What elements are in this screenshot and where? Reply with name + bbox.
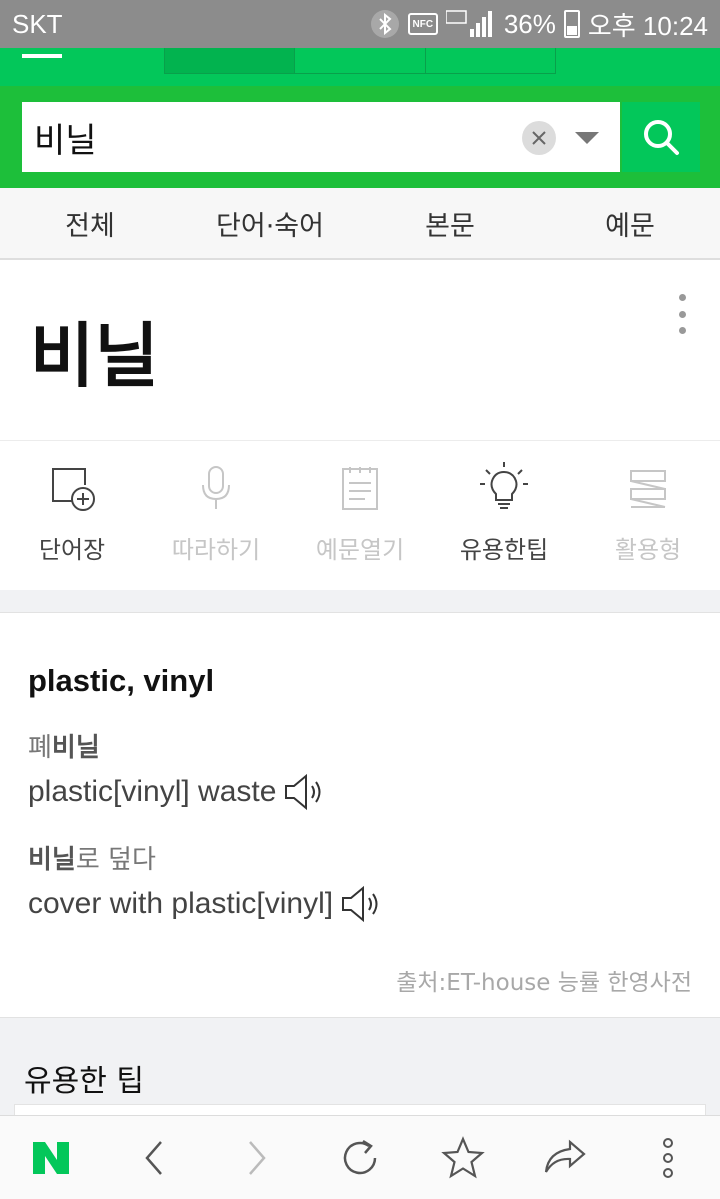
microphone-icon — [202, 466, 230, 509]
search-input[interactable] — [22, 117, 502, 157]
useful-tips-button[interactable]: 유용한팁 — [432, 460, 576, 570]
top-tab-1[interactable] — [165, 48, 296, 73]
more-vertical-icon — [663, 1137, 674, 1178]
battery-icon — [563, 10, 580, 38]
back-icon — [145, 1140, 163, 1175]
top-tabs — [164, 48, 556, 74]
document-icon — [342, 467, 378, 510]
browser-bottom-nav — [0, 1115, 720, 1199]
dictionary-source: 출처:ET-house 능률 한영사전 — [396, 970, 692, 996]
repeat-button[interactable]: 따라하기 — [144, 460, 288, 570]
divider — [0, 440, 720, 441]
top-tab-2[interactable] — [295, 48, 426, 73]
share-button[interactable] — [514, 1116, 617, 1199]
bluetooth-icon — [370, 9, 400, 39]
top-tab-3[interactable] — [426, 48, 555, 73]
entry-actions: 단어장 따라하기 예문열기 유용한팁 활용형 — [0, 460, 720, 570]
entry-card: 비닐 단어장 따라하기 예문열기 유용한팁 활용형 — [0, 260, 720, 590]
carrier-name: SKT — [12, 8, 63, 39]
tab-examples[interactable]: 예문 — [540, 188, 720, 258]
speaker-icon[interactable] — [282, 772, 326, 812]
add-to-wordbook-icon — [52, 468, 95, 511]
chevron-down-icon[interactable] — [575, 132, 599, 144]
more-button[interactable] — [617, 1116, 720, 1199]
lte-signal-icon — [445, 9, 496, 39]
share-icon — [545, 1139, 587, 1173]
example-english: plastic[vinyl] waste — [28, 772, 326, 812]
example-1: 폐비닐 plastic[vinyl] waste — [28, 727, 326, 812]
clear-button[interactable] — [522, 121, 556, 155]
forward-button[interactable] — [206, 1116, 309, 1199]
search-icon — [644, 120, 679, 155]
refresh-button[interactable] — [308, 1116, 411, 1199]
entry-title: 비닐 — [30, 315, 159, 397]
action-label: 유용한팁 — [459, 536, 549, 564]
action-label: 활용형 — [614, 536, 682, 564]
example-korean: 폐비닐 — [28, 733, 100, 763]
wordbook-button[interactable]: 단어장 — [0, 460, 144, 570]
layers-icon — [630, 470, 666, 508]
example-english: cover with plastic[vinyl] — [28, 884, 383, 924]
tab-body[interactable]: 본문 — [360, 188, 540, 258]
search-button[interactable] — [622, 102, 700, 172]
menu-icon[interactable] — [22, 54, 62, 58]
star-icon — [440, 1135, 485, 1178]
home-button[interactable] — [0, 1116, 103, 1199]
naver-logo — [33, 1141, 70, 1174]
more-options-icon[interactable] — [672, 294, 692, 334]
refresh-icon — [343, 1139, 377, 1174]
speaker-icon[interactable] — [339, 884, 383, 924]
tab-words-idioms[interactable]: 단어·숙어 — [180, 188, 360, 258]
header-top-bar — [0, 48, 720, 86]
action-label: 예문열기 — [315, 536, 405, 564]
conjugation-button[interactable]: 활용형 — [576, 460, 720, 570]
nfc-icon: NFC — [407, 13, 438, 35]
search-bar — [0, 86, 720, 188]
search-box — [22, 102, 620, 172]
forward-icon — [249, 1140, 266, 1175]
filter-tabs: 전체 단어·숙어 본문 예문 — [0, 188, 720, 260]
close-icon — [532, 131, 546, 145]
example-korean: 비닐로 덮다 — [28, 845, 156, 875]
battery-percent: 36% — [503, 8, 556, 39]
example-2: 비닐로 덮다 cover with plastic[vinyl] — [28, 839, 383, 924]
open-examples-button[interactable]: 예문열기 — [288, 460, 432, 570]
tips-section-title: 유용한 팁 — [24, 1064, 144, 1099]
back-button[interactable] — [103, 1116, 206, 1199]
bookmark-button[interactable] — [411, 1116, 514, 1199]
meaning-card: plastic, vinyl 폐비닐 plastic[vinyl] waste … — [0, 612, 720, 1018]
action-label: 따라하기 — [171, 536, 261, 564]
action-label: 단어장 — [38, 536, 106, 564]
tab-all[interactable]: 전체 — [0, 188, 180, 258]
status-bar: SKT NFC 36% 오후 10:24 — [0, 0, 720, 48]
meaning-definition: plastic, vinyl — [28, 663, 215, 698]
app-header — [0, 48, 720, 188]
clock: 오후 10:24 — [587, 10, 708, 41]
lightbulb-icon — [480, 462, 528, 509]
